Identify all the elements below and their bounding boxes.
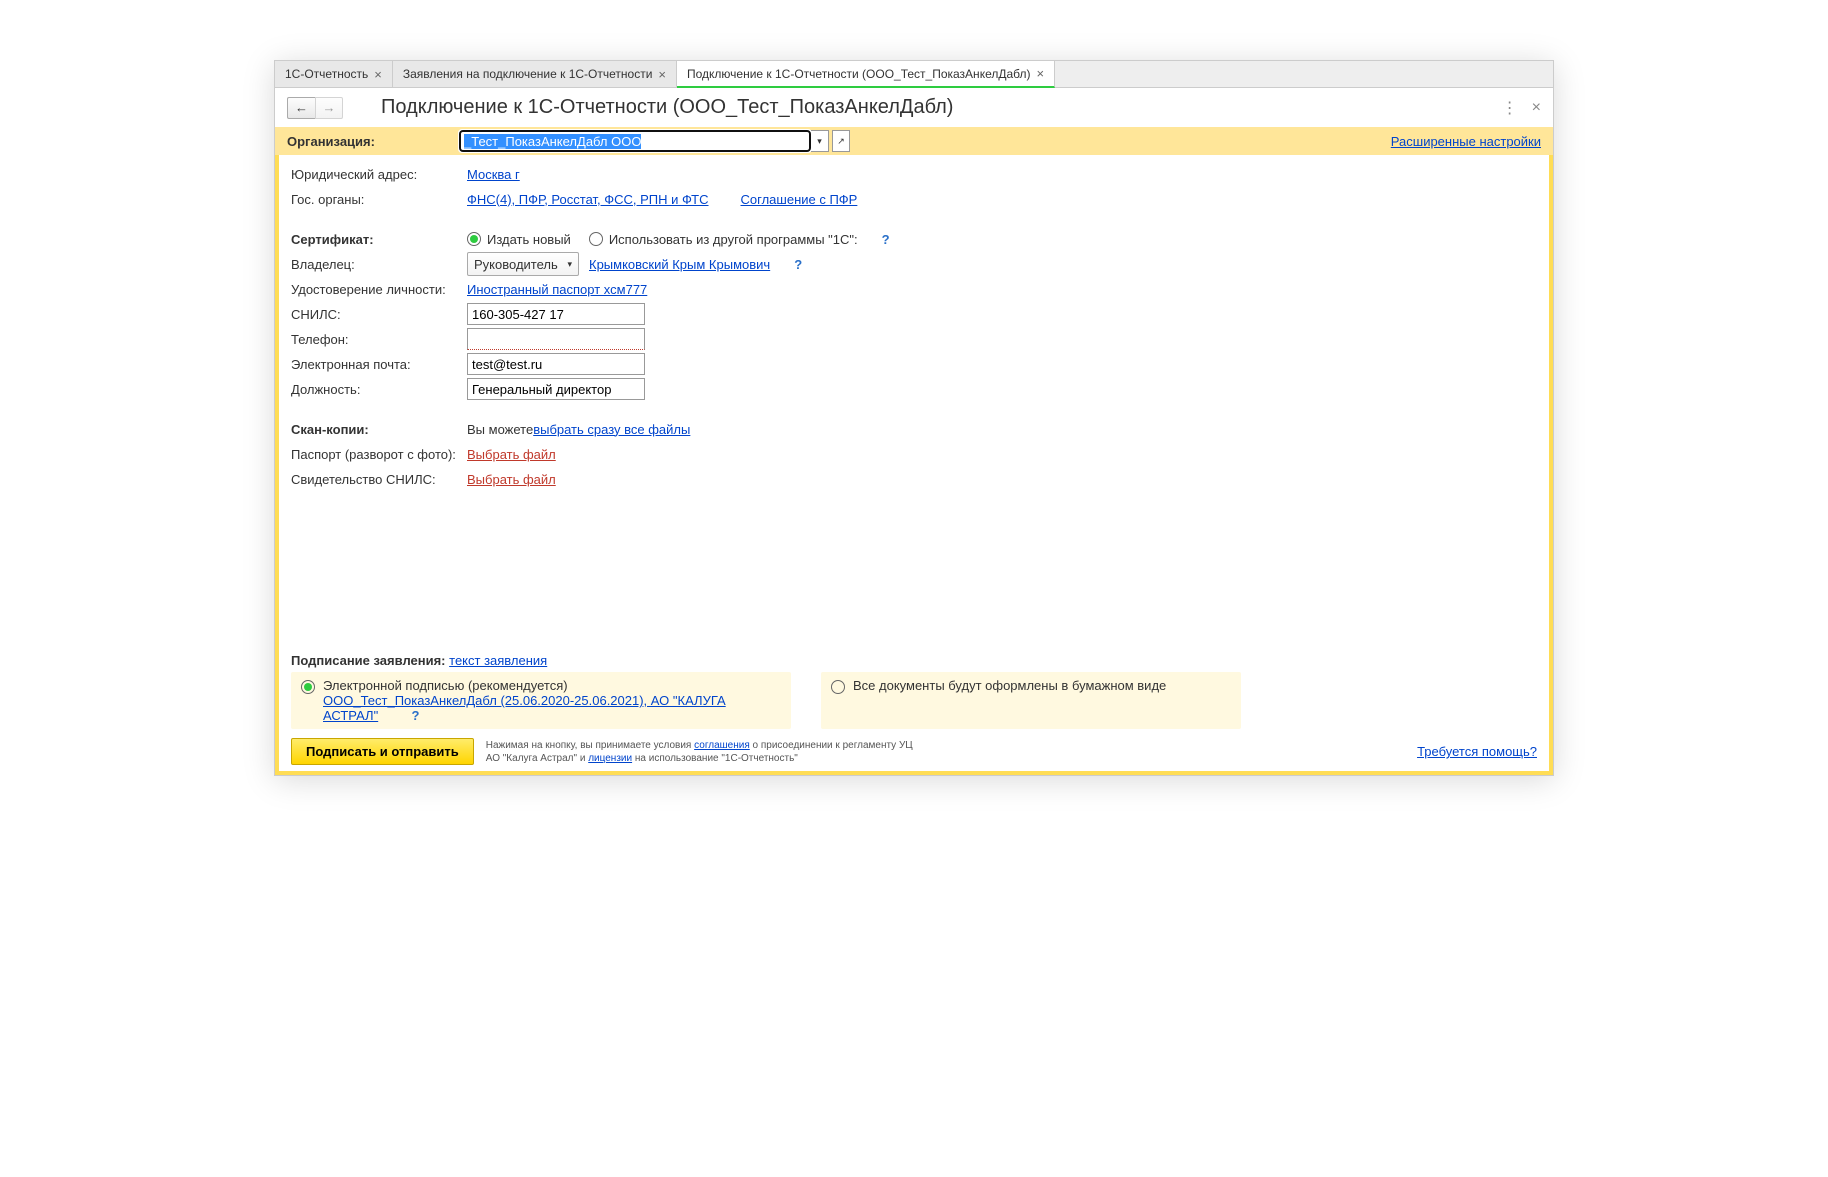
tab-label: Заявления на подключение к 1С-Отчетности xyxy=(403,67,653,81)
address-label: Юридический адрес: xyxy=(291,167,467,182)
footer: Подписать и отправить Нажимая на кнопку,… xyxy=(291,738,1537,765)
help-icon[interactable]: ? xyxy=(411,708,419,723)
cert-opt-other: Использовать из другой программы "1С": xyxy=(609,232,858,247)
scans-hint-link[interactable]: выбрать сразу все файлы xyxy=(533,422,690,437)
owner-name-link[interactable]: Крымковский Крым Крымович xyxy=(589,257,770,272)
snils-input[interactable] xyxy=(467,303,645,325)
radio-on-icon xyxy=(467,232,481,246)
fine1a: Нажимая на кнопку, вы принимаете условия xyxy=(486,740,694,751)
close-icon[interactable]: × xyxy=(374,67,382,82)
snils-label: СНИЛС: xyxy=(291,307,467,322)
nav-forward-button[interactable]: → xyxy=(315,97,343,119)
signing-section: Подписание заявления: текст заявления Эл… xyxy=(291,653,1537,729)
id-doc-value[interactable]: Иностранный паспорт хсм777 xyxy=(467,282,647,297)
scans-hint-prefix: Вы можете xyxy=(467,422,533,437)
signing-text-link[interactable]: текст заявления xyxy=(449,653,547,668)
fine-print: Нажимая на кнопку, вы принимаете условия… xyxy=(486,739,913,765)
snils-upload-link[interactable]: Выбрать файл xyxy=(467,472,556,487)
fine2a: АО "Калуга Астрал" и xyxy=(486,753,588,764)
advanced-settings-link[interactable]: Расширенные настройки xyxy=(1391,134,1541,149)
passport-label: Паспорт (разворот с фото): xyxy=(291,447,467,462)
sign-electronic-label: Электронной подписью (рекомендуется) xyxy=(323,678,781,693)
position-label: Должность: xyxy=(291,382,467,397)
help-icon[interactable]: ? xyxy=(882,232,890,247)
sign-paper-label: Все документы будут оформлены в бумажном… xyxy=(853,678,1166,693)
cert-radio-other[interactable]: Использовать из другой программы "1С": xyxy=(589,232,858,247)
email-input[interactable] xyxy=(467,353,645,375)
tab-label: 1С-Отчетность xyxy=(285,67,368,81)
email-label: Электронная почта: xyxy=(291,357,467,372)
address-value[interactable]: Москва г xyxy=(467,167,520,182)
chevron-down-icon: ▾ xyxy=(817,136,822,147)
org-label: Организация: xyxy=(287,134,459,149)
cert-label: Сертификат: xyxy=(291,232,467,247)
fine1b: о присоединении к регламенту УЦ xyxy=(750,740,913,751)
gos-value[interactable]: ФНС(4), ПФР, Росстат, ФСС, РПН и ФТС xyxy=(467,192,709,207)
cert-opt-new: Издать новый xyxy=(487,232,571,247)
tab-applications[interactable]: Заявления на подключение к 1С-Отчетности… xyxy=(393,61,677,87)
sign-electronic-detail[interactable]: ООО_Тест_ПоказАнкелДабл (25.06.2020-25.0… xyxy=(323,693,726,723)
snils-doc-label: Свидетельство СНИЛС: xyxy=(291,472,467,487)
phone-label: Телефон: xyxy=(291,332,467,347)
radio-off-icon xyxy=(831,680,845,694)
org-combo: ▾ ↗ xyxy=(459,130,850,152)
radio-on-icon xyxy=(301,680,315,694)
nav-back-button[interactable]: ← xyxy=(287,97,315,119)
close-icon[interactable]: × xyxy=(658,67,666,82)
more-menu-icon[interactable]: ⋮ xyxy=(1502,98,1518,118)
arrow-left-icon: ← xyxy=(295,100,308,115)
submit-button[interactable]: Подписать и отправить xyxy=(291,738,474,765)
organization-bar: Организация: ▾ ↗ Расширенные настройки xyxy=(275,127,1553,155)
license-link[interactable]: лицензии xyxy=(588,753,632,764)
phone-input[interactable] xyxy=(467,328,645,350)
org-dropdown-button[interactable]: ▾ xyxy=(811,130,829,152)
form-content: Юридический адрес: Москва г Гос. органы:… xyxy=(275,155,1553,775)
owner-role: Руководитель xyxy=(474,257,558,272)
chevron-down-icon: ▾ xyxy=(567,259,572,270)
arrow-right-icon: → xyxy=(323,100,336,115)
tab-bar: 1С-Отчетность × Заявления на подключение… xyxy=(275,61,1553,88)
gos-label: Гос. органы: xyxy=(291,192,467,207)
gos-agreement-link[interactable]: Соглашение с ПФР xyxy=(741,192,858,207)
radio-off-icon xyxy=(589,232,603,246)
signing-title-prefix: Подписание заявления: xyxy=(291,653,449,668)
sign-box-paper[interactable]: Все документы будут оформлены в бумажном… xyxy=(821,672,1241,729)
close-window-icon[interactable]: × xyxy=(1532,99,1541,117)
owner-label: Владелец: xyxy=(291,257,467,272)
owner-role-dropdown[interactable]: Руководитель ▾ xyxy=(467,252,579,276)
page-title: Подключение к 1С-Отчетности (ООО_Тест_По… xyxy=(381,96,953,119)
passport-upload-link[interactable]: Выбрать файл xyxy=(467,447,556,462)
fine2b: на использование "1С-Отчетность" xyxy=(632,753,798,764)
open-icon: ↗ xyxy=(837,136,845,147)
tab-label: Подключение к 1С-Отчетности (ООО_Тест_По… xyxy=(687,67,1030,81)
org-input[interactable] xyxy=(459,130,811,152)
toolbar: ← → Подключение к 1С-Отчетности (ООО_Тес… xyxy=(275,88,1553,127)
app-window: 1С-Отчетность × Заявления на подключение… xyxy=(274,60,1554,776)
cert-radio-new[interactable]: Издать новый xyxy=(467,232,571,247)
position-input[interactable] xyxy=(467,378,645,400)
tab-reporting[interactable]: 1С-Отчетность × xyxy=(275,61,393,87)
scans-title: Скан-копии: xyxy=(291,422,467,437)
help-icon[interactable]: ? xyxy=(794,257,802,272)
id-doc-label: Удостоверение личности: xyxy=(291,282,467,297)
org-open-button[interactable]: ↗ xyxy=(832,130,850,152)
tab-connection[interactable]: Подключение к 1С-Отчетности (ООО_Тест_По… xyxy=(677,61,1055,88)
sign-box-electronic[interactable]: Электронной подписью (рекомендуется) ООО… xyxy=(291,672,791,729)
need-help-link[interactable]: Требуется помощь? xyxy=(1417,744,1537,759)
close-icon[interactable]: × xyxy=(1036,66,1044,81)
agreement-link[interactable]: соглашения xyxy=(694,740,750,751)
